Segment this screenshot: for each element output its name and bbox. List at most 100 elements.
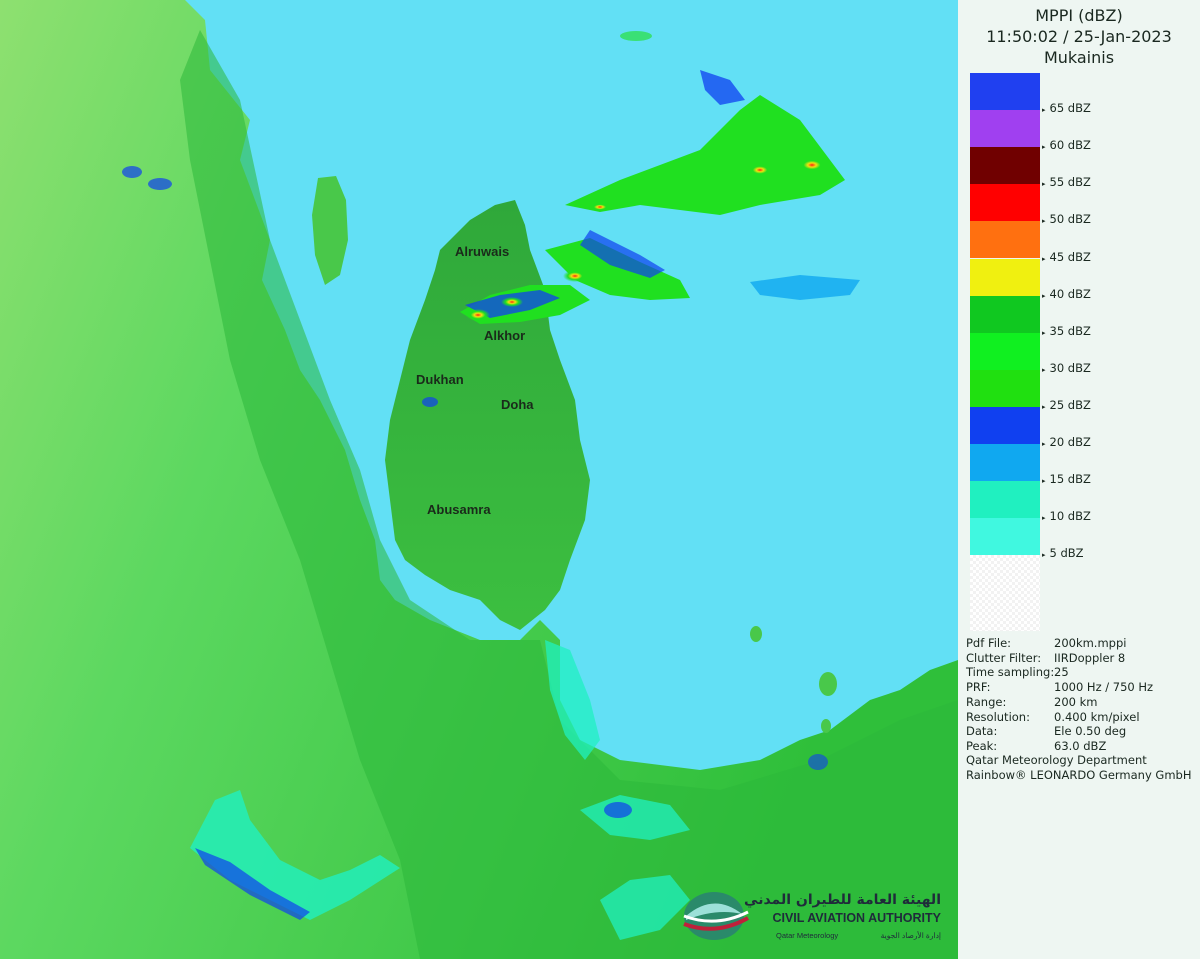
- logo-sub-arabic: إدارة الأرصاد الجوية: [881, 930, 941, 940]
- metadata-row: Pdf File: 200km.mppi: [966, 636, 1126, 650]
- legend-label-text: 30 dBZ: [1049, 360, 1091, 375]
- radar-map-canvas: Alruwais Alkhor Dukhan Doha Abusamra: [0, 0, 958, 959]
- legend-swatch: [970, 221, 1040, 259]
- legend-label: ▸ 35 dBZ: [1042, 324, 1091, 338]
- place-dukhan: Dukhan: [416, 372, 464, 387]
- legend-label-text: 15 dBZ: [1049, 472, 1091, 487]
- legend-label: ▸ 20 dBZ: [1042, 435, 1091, 449]
- metadata-row: Time sampling:25: [966, 665, 1069, 679]
- echo-core: [501, 297, 523, 307]
- metadata-value: 1000 Hz / 750 Hz: [1054, 680, 1154, 695]
- metadata-value: 25: [1054, 665, 1069, 680]
- metadata-key: Data:: [966, 724, 998, 739]
- product-title: MPPI (dBZ): [1035, 6, 1123, 25]
- legend-no-echo-swatch: [970, 555, 1040, 631]
- legend-label: ▸ 60 dBZ: [1042, 138, 1091, 152]
- legend-label-text: 45 dBZ: [1049, 249, 1091, 264]
- logo-sub-english: Qatar Meteorology: [776, 931, 838, 940]
- echo-small: [122, 166, 142, 178]
- echo-small: [808, 754, 828, 770]
- legend-label: ▸ 30 dBZ: [1042, 361, 1091, 375]
- info-panel: MPPI (dBZ) 11:50:02 / 25-Jan-2023 Mukain…: [958, 0, 1200, 959]
- metadata-key: Peak:: [966, 738, 998, 753]
- legend-tick-icon: ▸: [1042, 180, 1046, 189]
- metadata-row: Data: Ele 0.50 deg: [966, 724, 1126, 738]
- legend-label: ▸ 45 dBZ: [1042, 250, 1091, 264]
- echo-south-core: [604, 802, 632, 818]
- legend-swatch: [970, 518, 1040, 556]
- civil-aviation-authority-logo: الهيئة العامة للطيران المدني CIVIL AVIAT…: [683, 892, 942, 940]
- metadata-row: Resolution: 0.400 km/pixel: [966, 710, 1140, 724]
- metadata-key: Resolution:: [966, 709, 1030, 724]
- metadata-value: 63.0 dBZ: [1054, 738, 1107, 753]
- echo-small: [148, 178, 172, 190]
- legend-tick-icon: ▸: [1042, 477, 1046, 486]
- legend-tick-icon: ▸: [1042, 440, 1046, 448]
- place-alruwais: Alruwais: [455, 244, 509, 259]
- legend-tick-icon: ▸: [1042, 551, 1046, 560]
- legend-swatch: [970, 258, 1040, 296]
- metadata-value: 200 km: [1054, 694, 1098, 709]
- legend-label: ▸ 55 dBZ: [1042, 175, 1091, 189]
- place-abusamra: Abusamra: [427, 502, 491, 517]
- metadata-key: Pdf File:: [966, 636, 1012, 650]
- legend-label-text: 10 dBZ: [1049, 509, 1091, 524]
- legend-tick-icon: ▸: [1042, 291, 1046, 300]
- legend-label-text: 40 dBZ: [1049, 286, 1091, 301]
- legend-label: ▸ 40 dBZ: [1042, 287, 1091, 301]
- legend-label-text: 60 dBZ: [1049, 138, 1091, 153]
- logo-arabic-name: الهيئة العامة للطيران المدني: [744, 892, 941, 908]
- legend-label-text: 20 dBZ: [1049, 435, 1091, 449]
- legend-label-text: 55 dBZ: [1049, 175, 1091, 190]
- metadata-value: 200km.mppi: [1054, 636, 1127, 650]
- echo-core: [590, 203, 610, 211]
- legend-swatch: [970, 369, 1040, 407]
- legend-swatch: [970, 295, 1040, 333]
- metadata-key: Clutter Filter:: [966, 650, 1042, 665]
- radar-map[interactable]: Alruwais Alkhor Dukhan Doha Abusamra اله…: [0, 0, 958, 959]
- echo-core: [466, 309, 490, 321]
- legend-swatch: [970, 406, 1040, 444]
- legend-swatch: [970, 481, 1040, 519]
- metadata-row: Clutter Filter: IIRDoppler 8: [966, 651, 1125, 665]
- legend-tick-icon: ▸: [1042, 217, 1046, 226]
- legend-swatch: [970, 110, 1040, 148]
- legend-label: ▸ 50 dBZ: [1042, 212, 1091, 226]
- legend-swatch: [970, 73, 1040, 110]
- legend-label: ▸ 25 dBZ: [1042, 398, 1091, 412]
- islet: [821, 719, 831, 733]
- legend-tick-icon: ▸: [1042, 514, 1046, 523]
- legend-swatch: [970, 184, 1040, 222]
- metadata-key: Time sampling:: [966, 665, 1055, 680]
- legend-label-text: 50 dBZ: [1049, 212, 1091, 227]
- echo-core: [798, 158, 826, 172]
- echo-core: [748, 164, 772, 176]
- place-alkhor: Alkhor: [484, 328, 525, 343]
- legend-tick-icon: ▸: [1042, 143, 1046, 152]
- echo-small: [422, 397, 438, 407]
- scan-datetime: 11:50:02 / 25-Jan-2023: [986, 27, 1172, 46]
- legend-label-text: 25 dBZ: [1049, 397, 1091, 412]
- metadata-row: Range: 200 km: [966, 695, 1097, 709]
- legend-label: ▸ 65 dBZ: [1042, 101, 1091, 115]
- legend-label: ▸ 5 dBZ: [1042, 546, 1084, 560]
- metadata-value: IIRDoppler 8: [1054, 650, 1126, 665]
- legend-tick-icon: ▸: [1042, 328, 1046, 337]
- metadata-row: Peak: 63.0 dBZ: [966, 739, 1106, 753]
- legend-swatch: [970, 147, 1040, 185]
- metadata-row: PRF: 1000 Hz / 750 Hz: [966, 680, 1153, 694]
- legend-swatch: [970, 444, 1040, 481]
- islet: [819, 672, 837, 696]
- place-doha: Doha: [501, 397, 534, 412]
- credit-vendor: Rainbow® LEONARDO Germany GmbH: [966, 768, 1192, 782]
- logo-english-name: CIVIL AVIATION AUTHORITY: [772, 911, 941, 925]
- legend-tick-icon: ▸: [1042, 106, 1046, 115]
- legend-tick-icon: ▸: [1042, 254, 1046, 263]
- legend-label: ▸ 10 dBZ: [1042, 509, 1091, 523]
- legend-tick-icon: ▸: [1042, 402, 1046, 411]
- metadata-value: 0.400 km/pixel: [1054, 709, 1140, 724]
- credit-department: Qatar Meteorology Department: [966, 753, 1147, 767]
- metadata-key: Range:: [966, 694, 1007, 709]
- legend-tick-icon: ▸: [1042, 365, 1046, 374]
- islet: [750, 626, 762, 642]
